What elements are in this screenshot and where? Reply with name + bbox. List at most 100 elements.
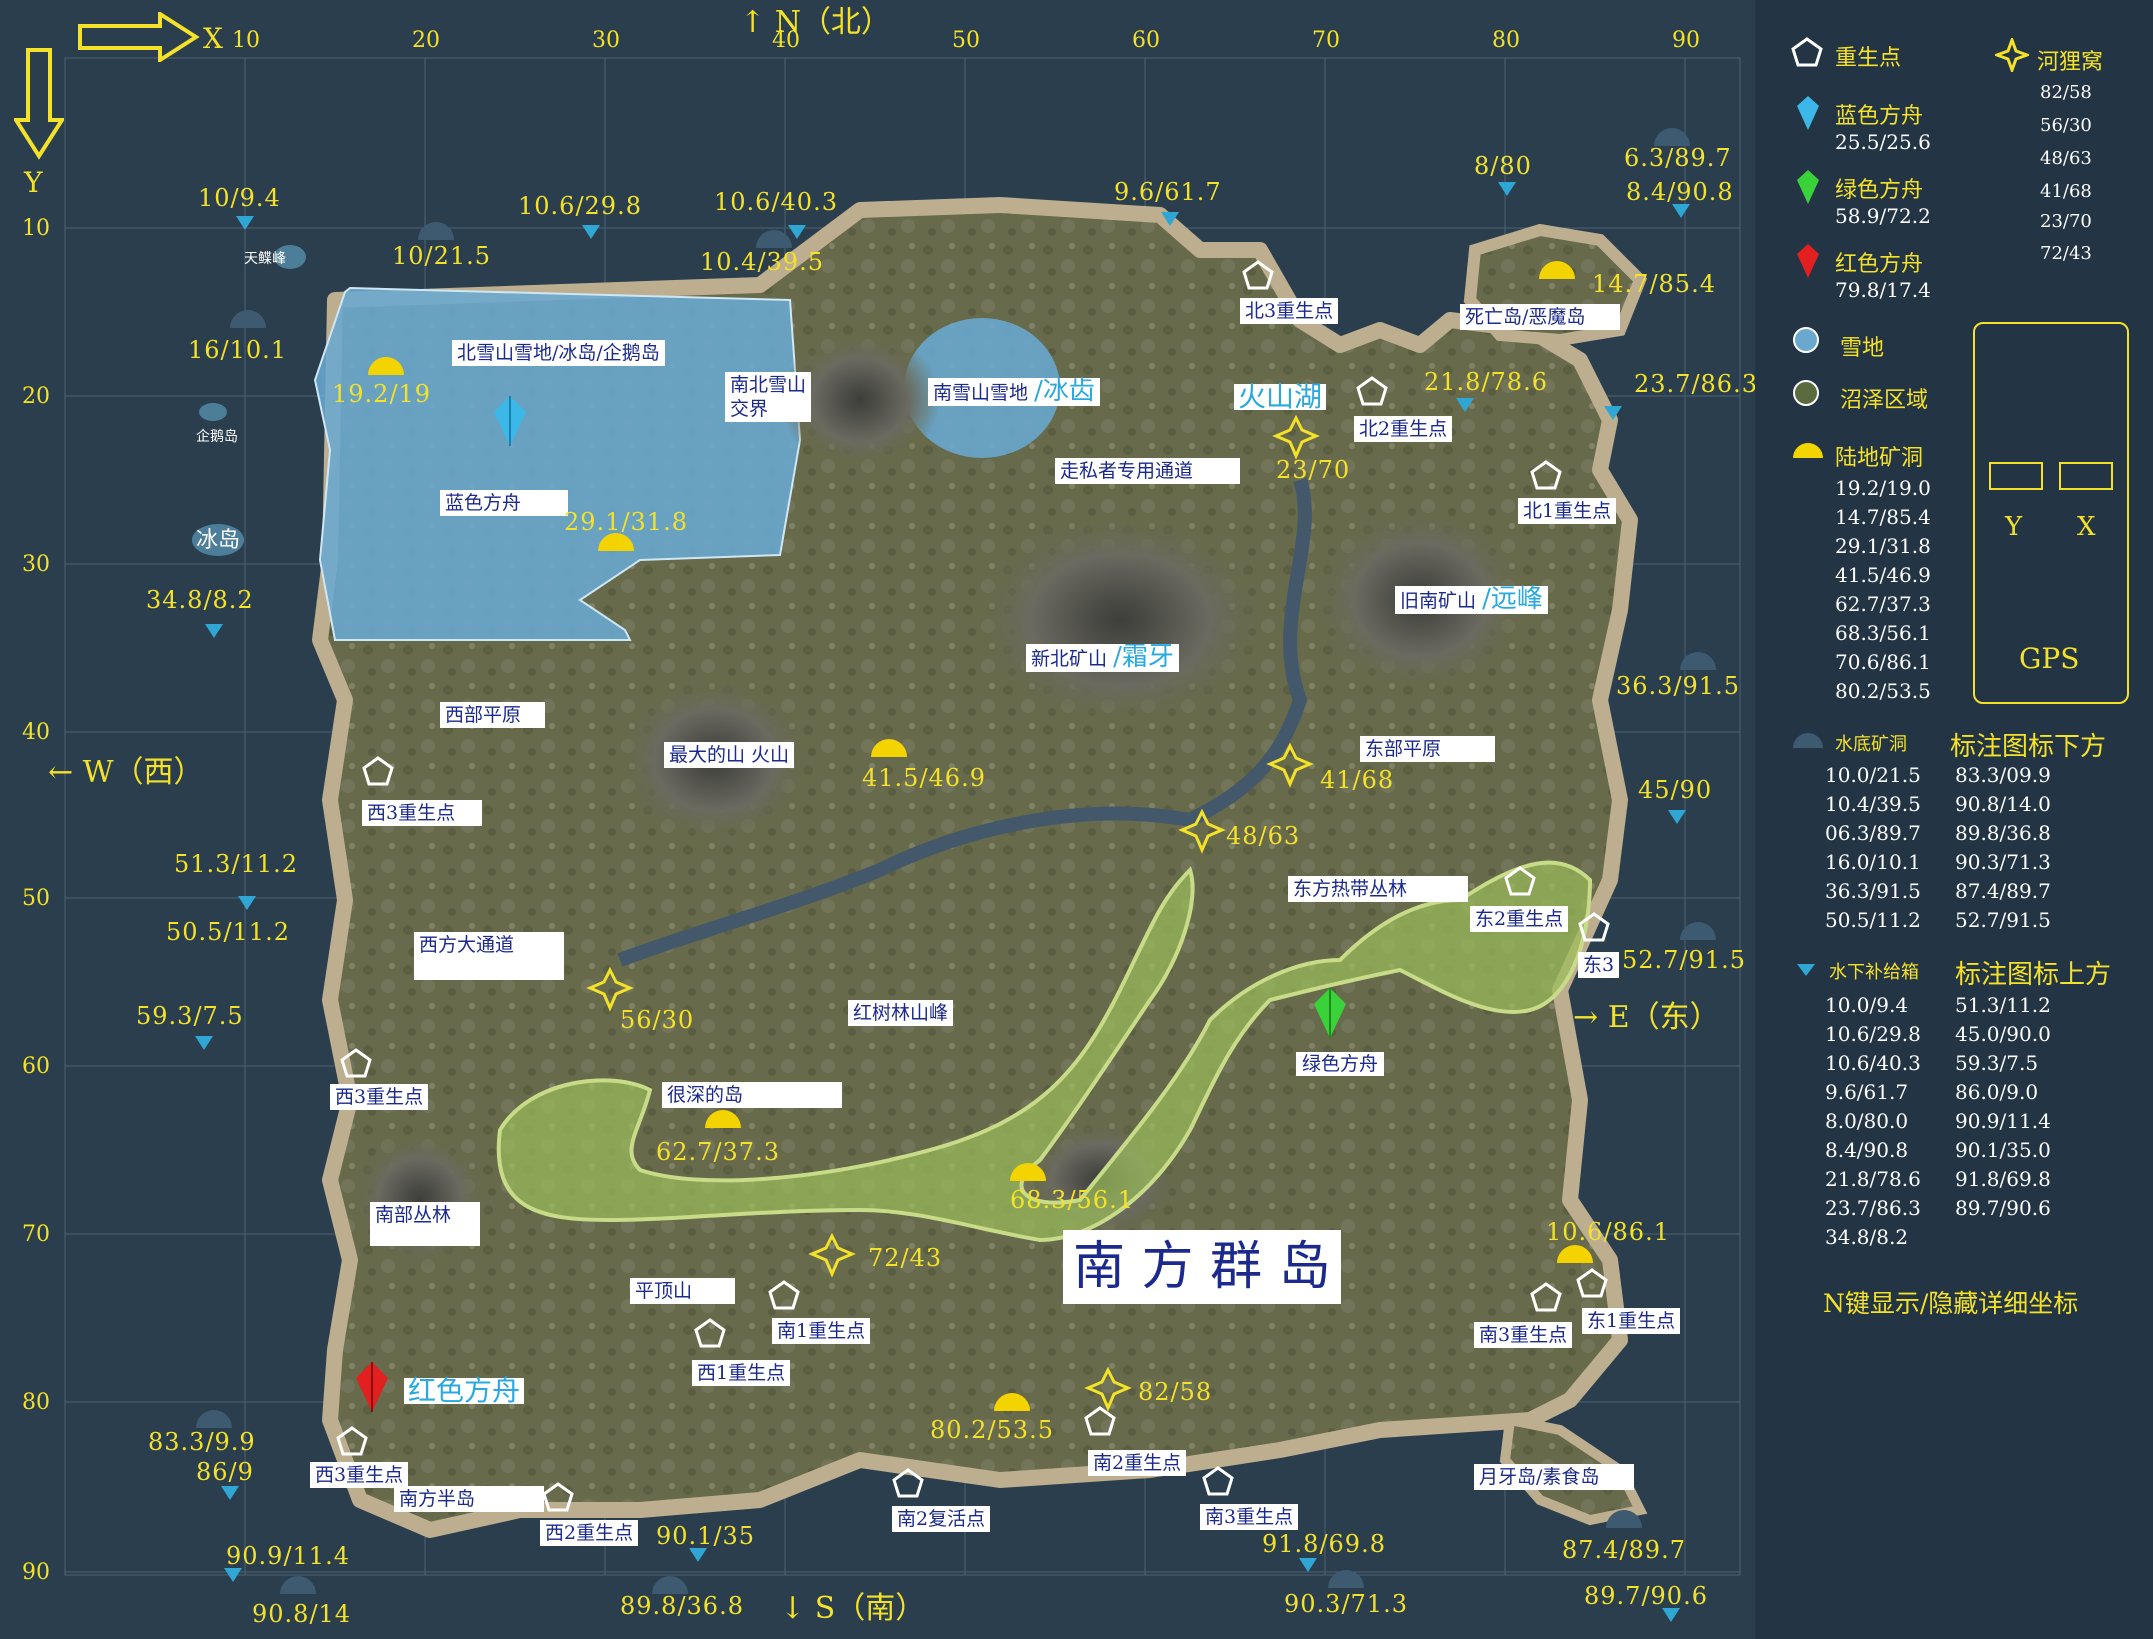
gps-x-label: X [2077, 512, 2096, 542]
coord-label: 87.4/89.7 [1562, 1536, 1686, 1564]
supply-coord: 23.7/86.3 [1825, 1196, 1921, 1220]
x-arrow-icon [78, 12, 200, 62]
south-peninsula-label: 南方半岛 [394, 1486, 544, 1512]
legend-panel: 重生点 河狸窝 82/58 56/30 48/63 41/68 23/70 72… [1755, 0, 2153, 1639]
respawn-north3: 北3重生点 [1240, 298, 1339, 324]
supply-coord: 10.6/40.3 [1825, 1051, 1921, 1075]
respawn-north1: 北1重生点 [1518, 498, 1617, 524]
legend-supply: 水下补给箱 [1829, 962, 1919, 983]
respawn-south2-revive: 南2复活点 [892, 1506, 991, 1532]
coord-label: 34.8/8.2 [146, 586, 254, 614]
land-cave-icon [1793, 443, 1823, 458]
coord-label: 90.8/14 [252, 1600, 352, 1628]
legend-water-cave-note: 标注图标下方 [1950, 732, 2107, 762]
respawn-east2: 东2重生点 [1470, 906, 1569, 932]
supply-coord: 90.9/11.4 [1955, 1109, 2051, 1133]
supply-coord: 59.3/7.5 [1955, 1051, 2039, 1075]
respawn-south1: 南1重生点 [772, 1318, 871, 1344]
y-axis-label: Y [24, 166, 43, 199]
supply-coord: 90.1/35.0 [1955, 1138, 2051, 1162]
coord-label: 23/70 [1276, 456, 1351, 484]
legend-supply-note: 标注图标上方 [1955, 960, 2112, 990]
respawn-west1: 西1重生点 [692, 1360, 791, 1386]
coord-label: 83.3/9.9 [148, 1428, 256, 1456]
water-cave-coord: 83.3/09.9 [1955, 763, 2051, 787]
smuggler-label: 走私者专用通道 [1055, 458, 1240, 484]
coord-label: 10.6/86.1 [1546, 1218, 1670, 1246]
water-cave-coord: 06.3/89.7 [1825, 821, 1921, 845]
blue-ark-icon [1797, 96, 1819, 130]
water-cave-coord: 36.3/91.5 [1825, 879, 1921, 903]
green-ark-icon [1797, 170, 1819, 204]
gps-box: Y X GPS [1973, 322, 2129, 704]
y-tick: 20 [22, 384, 50, 409]
legend-snow: 雪地 [1840, 336, 1885, 361]
legend-respawn: 重生点 [1835, 46, 1902, 71]
legend-den: 河狸窝 [2037, 50, 2104, 75]
west-passage-label: 西方大通道 [414, 932, 564, 980]
x-tick: 10 [232, 28, 260, 53]
gps-label: GPS [2019, 642, 2080, 675]
coord-label: 41.5/46.9 [862, 764, 986, 792]
death-island-label: 死亡岛/恶魔岛 [1460, 304, 1620, 330]
flat-mountain-label: 平顶山 [630, 1278, 735, 1304]
coord-label: 59.3/7.5 [136, 1002, 244, 1030]
y-tick: 80 [22, 1390, 50, 1415]
water-cave-icon [1793, 733, 1823, 748]
water-cave-coord: 90.3/71.3 [1955, 850, 2051, 874]
coord-label: 9.6/61.7 [1114, 178, 1222, 206]
respawn-east1: 东1重生点 [1582, 1308, 1681, 1334]
red-ark-label: 红色方舟 [404, 1377, 525, 1405]
respawn-west2: 西2重生点 [540, 1520, 639, 1546]
coord-label: 91.8/69.8 [1262, 1530, 1386, 1558]
west-plain-label: 西部平原 [440, 702, 545, 728]
coord-label: 19.2/19 [332, 380, 432, 408]
supply-coord: 34.8/8.2 [1825, 1225, 1909, 1249]
ice-island-label: 冰岛 [196, 528, 241, 553]
legend-green-ark-pos: 58.9/72.2 [1835, 204, 1931, 228]
water-cave-coord: 52.7/91.5 [1955, 908, 2051, 932]
y-tick: 40 [22, 720, 50, 745]
y-tick: 90 [22, 1560, 50, 1585]
water-cave-coord: 16.0/10.1 [1825, 850, 1921, 874]
x-tick: 20 [412, 28, 440, 53]
coord-label: 41/68 [1320, 766, 1395, 794]
blue-ark-label: 蓝色方舟 [440, 490, 568, 516]
x-tick: 60 [1132, 28, 1160, 53]
y-tick: 30 [22, 552, 50, 577]
respawn-south2: 南2重生点 [1088, 1450, 1187, 1476]
respawn-east3: 东3 [1578, 952, 1620, 978]
supply-coord: 10.6/29.8 [1825, 1022, 1921, 1046]
coord-label: 52.7/91.5 [1622, 946, 1746, 974]
supply-icon [1797, 964, 1815, 976]
toggle-hint: N键显示/隐藏详细坐标 [1823, 1289, 2079, 1318]
supply-coord: 9.6/61.7 [1825, 1080, 1909, 1104]
south-snow-label: 南雪山雪地 /冰齿 [928, 378, 1100, 406]
coord-label: 23.7/86.3 [1634, 370, 1758, 398]
respawn-icon [1791, 37, 1823, 67]
gps-y-box [1989, 462, 2043, 490]
coord-label: 10/21.5 [392, 242, 492, 270]
den-coord: 48/63 [2040, 148, 2092, 169]
land-cave-coord: 62.7/37.3 [1835, 592, 1931, 616]
supply-coord: 86.0/9.0 [1955, 1080, 2039, 1104]
land-cave-coord: 19.2/19.0 [1835, 476, 1931, 500]
land-cave-coord: 29.1/31.8 [1835, 534, 1931, 558]
water-cave-coord: 90.8/14.0 [1955, 792, 2051, 816]
respawn-north2: 北2重生点 [1354, 416, 1453, 442]
coord-label: 89.7/90.6 [1584, 1582, 1708, 1610]
moon-island-label: 月牙岛/素食岛 [1474, 1464, 1634, 1490]
coord-label: 21.8/78.6 [1424, 368, 1548, 396]
east-jungle-label: 东方热带丛林 [1288, 876, 1468, 902]
mangrove-peak-label: 红树林山峰 [848, 1000, 954, 1026]
south-islands-label: 南 方 群 岛 [1063, 1230, 1341, 1304]
gps-y-label: Y [2005, 512, 2023, 542]
green-ark-label: 绿色方舟 [1296, 1052, 1385, 1076]
supply-coord: 51.3/11.2 [1955, 993, 2051, 1017]
land-cave-coord: 41.5/46.9 [1835, 563, 1931, 587]
coord-label: 10.4/39.5 [700, 248, 824, 276]
legend-water-cave: 水底矿洞 [1835, 734, 1907, 755]
coord-label: 50.5/11.2 [166, 918, 290, 946]
den-coord: 72/43 [2040, 243, 2092, 264]
red-ark-icon [356, 1362, 388, 1412]
